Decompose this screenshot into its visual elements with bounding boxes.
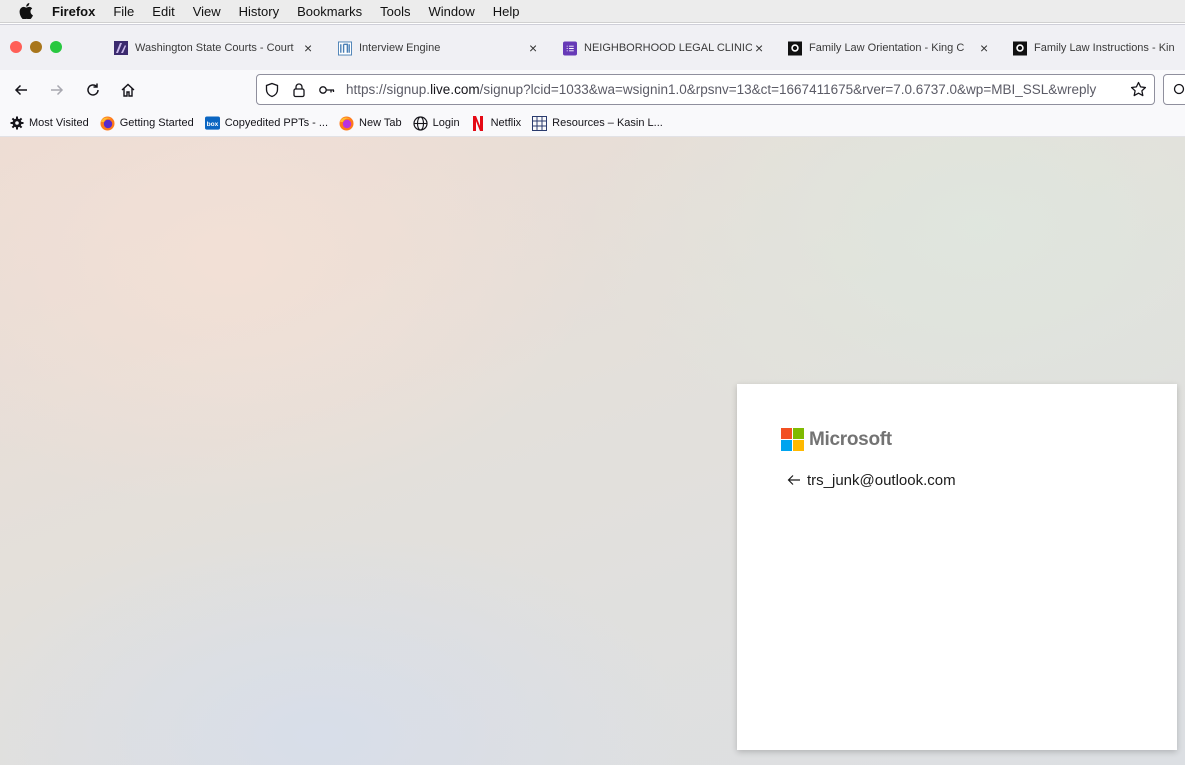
app-menu-firefox[interactable]: Firefox [52, 0, 104, 23]
box-icon: box [204, 116, 220, 131]
back-arrow-icon[interactable] [785, 471, 803, 489]
menu-view[interactable]: View [184, 0, 230, 23]
bookmark-label: Copyedited PPTs - ... [224, 117, 329, 129]
menu-history[interactable]: History [230, 0, 288, 23]
reload-icon [87, 83, 99, 96]
wa-courts-icon [114, 41, 128, 55]
tab-title: Washington State Courts - Court [135, 42, 294, 54]
king-county-icon [1013, 41, 1027, 55]
bookmark-star-icon[interactable] [1128, 79, 1148, 99]
bookmark-getting-started[interactable]: Getting Started [100, 116, 194, 131]
bookmark-label: Netflix [490, 117, 522, 129]
page-content: Microsoft trs_junk@outlook.com [0, 137, 1185, 765]
forward-arrow-icon [51, 84, 64, 96]
key-icon[interactable] [317, 80, 337, 100]
search-icon [1173, 83, 1185, 95]
menu-file[interactable]: File [104, 0, 143, 23]
gear-icon [9, 116, 24, 131]
tab-interview-engine[interactable]: Interview Engine × [338, 25, 543, 71]
search-field-partial[interactable] [1163, 74, 1185, 105]
svg-text:box: box [206, 121, 218, 128]
menu-help[interactable]: Help [484, 0, 529, 23]
firefox-icon [100, 116, 115, 131]
tab-family-law-instructions[interactable]: Family Law Instructions - Kin [1013, 25, 1185, 71]
bookmark-label: Most Visited [29, 117, 89, 129]
close-tab-icon[interactable]: × [304, 40, 312, 56]
grid-icon [532, 115, 548, 131]
firefox-icon [339, 116, 354, 131]
forward-button[interactable] [45, 78, 69, 102]
close-tab-icon[interactable]: × [980, 40, 988, 56]
bookmark-copyedited-ppts[interactable]: box Copyedited PPTs - ... [204, 116, 329, 131]
address-bar[interactable]: https://signup.live.com/signup?lcid=1033… [256, 74, 1155, 105]
close-tab-icon[interactable]: × [755, 40, 763, 56]
microsoft-logo-icon [781, 428, 804, 451]
macos-menu-bar: Firefox File Edit View History Bookmarks… [0, 0, 1185, 23]
bookmark-label: New Tab [359, 117, 402, 129]
back-arrow-icon [14, 84, 27, 96]
tab-neighborhood-legal-clinic[interactable]: NEIGHBORHOOD LEGAL CLINIC × [563, 25, 768, 71]
shield-icon[interactable] [262, 80, 282, 100]
tab-family-law-orientation[interactable]: Family Law Orientation - King C × [788, 25, 993, 71]
brand-name: Microsoft [809, 428, 892, 450]
netflix-icon [471, 115, 486, 131]
url-text[interactable]: https://signup.live.com/signup?lcid=1033… [346, 82, 1122, 97]
account-email: trs_junk@outlook.com [807, 471, 956, 489]
bookmark-most-visited[interactable]: Most Visited [9, 116, 89, 131]
back-button[interactable] [9, 78, 33, 102]
bookmark-resources-kasin[interactable]: Resources – Kasin L... [532, 115, 663, 131]
navigation-toolbar: https://signup.live.com/signup?lcid=1033… [0, 70, 1185, 110]
minimize-window-button[interactable] [30, 41, 42, 53]
bookmark-netflix[interactable]: Netflix [471, 115, 522, 131]
tab-title: Family Law Instructions - Kin [1034, 42, 1175, 54]
signin-card: Microsoft trs_junk@outlook.com [737, 384, 1177, 750]
tab-title: NEIGHBORHOOD LEGAL CLINIC [584, 42, 752, 54]
globe-icon [413, 115, 428, 131]
menu-bookmarks[interactable]: Bookmarks [288, 0, 371, 23]
tab-strip: Washington State Courts - Court × Interv… [0, 24, 1185, 70]
tab-title: Interview Engine [359, 42, 441, 54]
account-identity: trs_junk@outlook.com [785, 471, 956, 489]
menu-tools[interactable]: Tools [371, 0, 419, 23]
window-controls [10, 41, 62, 53]
close-window-button[interactable] [10, 41, 22, 53]
lock-icon[interactable] [289, 80, 309, 100]
menu-edit[interactable]: Edit [143, 0, 183, 23]
tab-washington-courts[interactable]: Washington State Courts - Court × [114, 25, 319, 71]
apple-menu-icon[interactable] [0, 3, 52, 19]
king-county-icon [788, 41, 802, 55]
tab-title: Family Law Orientation - King C [809, 42, 965, 54]
interview-engine-icon [338, 41, 352, 55]
bookmark-new-tab[interactable]: New Tab [339, 116, 402, 131]
home-button[interactable] [116, 78, 140, 102]
bookmarks-toolbar: Most Visited Getting Started box Copyedi… [0, 110, 1185, 137]
close-tab-icon[interactable]: × [529, 40, 537, 56]
zoom-window-button[interactable] [50, 41, 62, 53]
bookmark-login[interactable]: Login [413, 115, 460, 131]
bookmark-label: Login [432, 117, 460, 129]
bookmark-label: Getting Started [119, 117, 194, 129]
bookmark-label: Resources – Kasin L... [552, 117, 663, 129]
home-icon [121, 83, 135, 97]
microsoft-logo: Microsoft [781, 428, 892, 451]
reload-button[interactable] [81, 78, 105, 102]
form-icon [563, 41, 577, 55]
menu-window[interactable]: Window [420, 0, 484, 23]
